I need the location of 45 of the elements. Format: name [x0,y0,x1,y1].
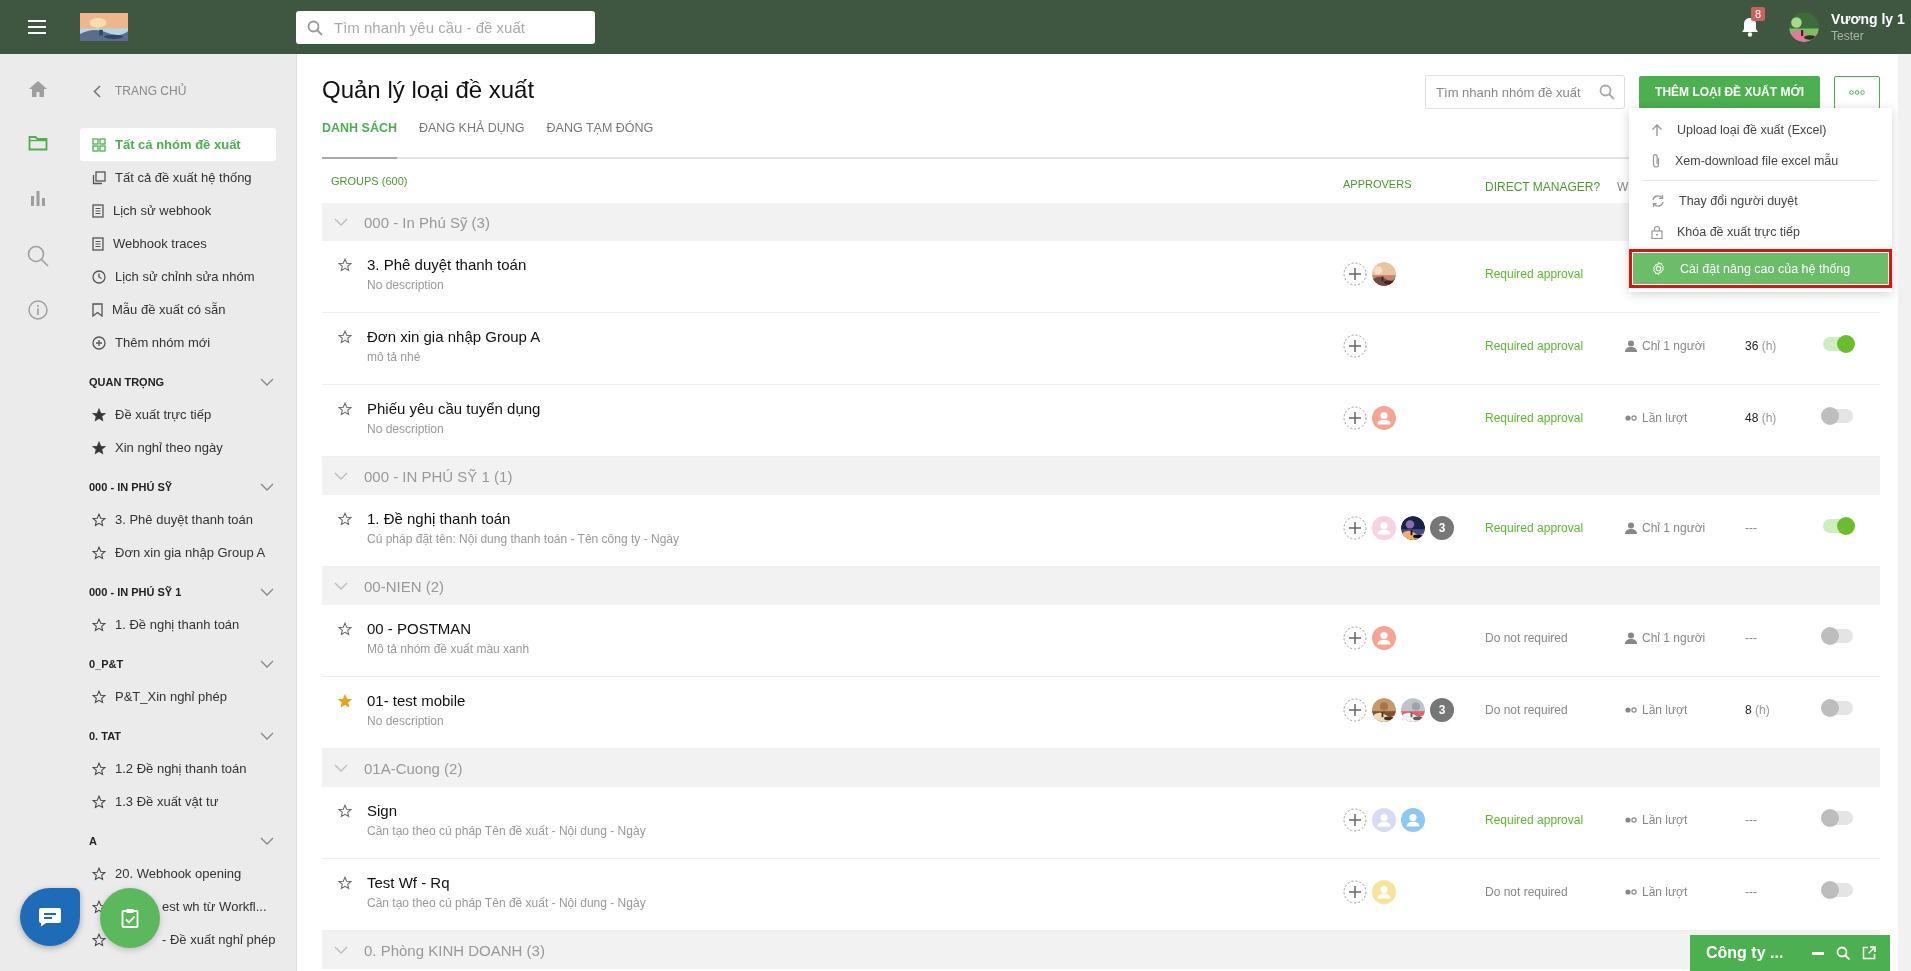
hours-value: 36 (h) [1745,339,1777,353]
workflow-label: Lần lượt [1642,703,1688,717]
item-description: Mô tả nhóm đề xuất màu xanh [367,642,531,656]
workflow-label: Chỉ 1 người [1642,339,1706,353]
workflow-label: Lần lượt [1642,411,1688,425]
workflow-label: Chỉ 1 người [1642,521,1706,535]
column-header: DIRECT MANAGER? [1485,178,1601,194]
section-title: 000 - IN PHÚ SỸ [89,480,173,493]
hours-value: --- [1745,631,1757,645]
section-title: A [89,834,97,847]
item-description: Cú pháp đặt tên: Nội dung thanh toán - Tên công ty - Ngày [367,532,680,546]
approval-status: Required approval [1485,411,1584,425]
item-description: mô tả nhé [367,350,422,364]
user-name: Vương ly 1 [1831,11,1906,27]
approval-status: Required approval [1485,339,1584,353]
hours-value: 48 (h) [1745,411,1777,425]
chat-title: Công ty ... [1706,944,1784,962]
column-header: GROUPS (600) [331,175,408,187]
section-title: QUAN TRỌNG [89,375,165,388]
notification-badge: 8 [1751,7,1766,21]
approval-status: Do not required [1485,703,1568,717]
item-description: Cần tạo theo cú pháp Tên đề xuất - Nội dung - Ngày [367,896,647,910]
item-description: No description [367,422,445,436]
approval-status: Required approval [1485,813,1584,827]
item-description: Cần tạo theo cú pháp Tên đề xuất - Nội dung - Ngày [367,824,647,838]
item-description: No description [367,714,445,728]
user-role: Tester [1831,29,1865,43]
column-header: W [1617,178,1629,194]
column-header: APPROVERS [1343,177,1412,190]
section-title: 0. TAT [89,729,121,742]
section-title: 000 - IN PHÚ SỸ 1 [89,585,182,598]
approval-status: Do not required [1485,631,1568,645]
page-title: Quản lý loại đề xuất [322,75,535,105]
approval-status: Required approval [1485,267,1584,281]
approval-status: Required approval [1485,521,1584,535]
hours-value: --- [1745,885,1757,899]
workflow-label: Lần lượt [1642,885,1688,899]
approval-status: Do not required [1485,885,1568,899]
hours-value: --- [1745,813,1757,827]
workflow-label: Lần lượt [1642,813,1688,827]
hours-value: 8 (h) [1745,703,1770,717]
workflow-label: Chỉ 1 người [1642,631,1706,645]
hours-value: --- [1745,521,1757,535]
item-description: No description [367,278,445,292]
section-title: 0_P&T [89,657,124,670]
